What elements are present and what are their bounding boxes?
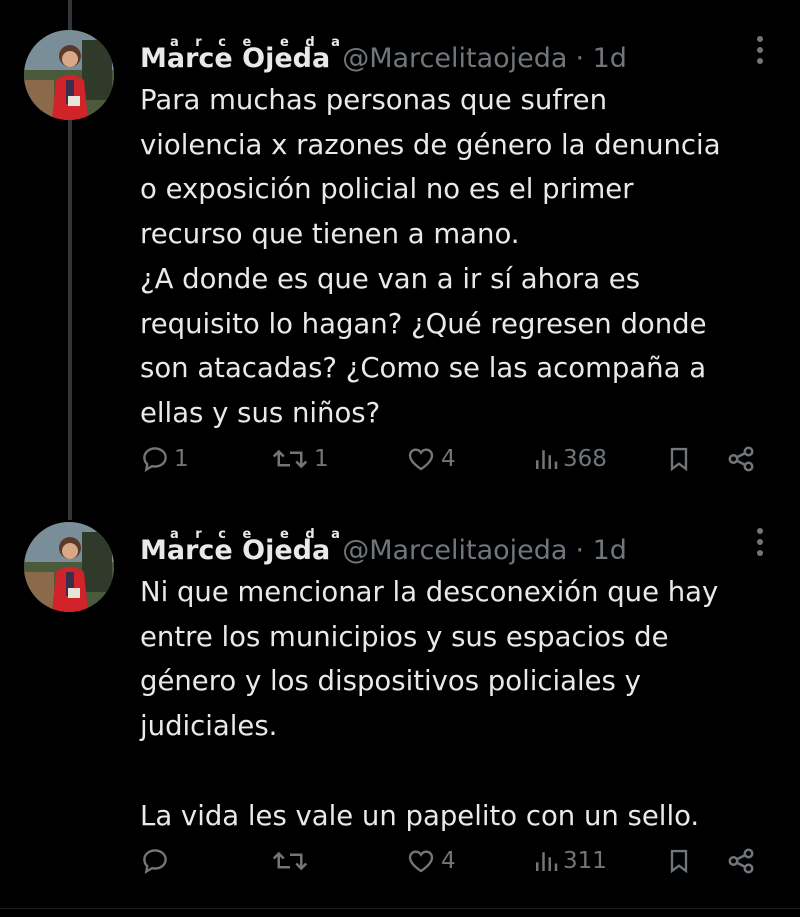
views-button[interactable]: 368 [533, 444, 607, 474]
views-chart-icon [536, 852, 558, 871]
name-superscript-1: a r c e [170, 527, 258, 542]
share-icon [728, 446, 754, 472]
share-icon [728, 848, 754, 874]
tweet[interactable]: a r c e e d a Marce Ojeda @Marcelitaojed… [0, 30, 800, 520]
reply-button[interactable]: 1 [140, 444, 189, 474]
timestamp[interactable]: · 1d [575, 535, 626, 566]
share-button[interactable] [725, 444, 757, 474]
tweet-text: Ni que mencionar la desconexión que hay … [140, 570, 780, 838]
name-superscript-1: a r c e [170, 35, 258, 50]
like-count: 4 [441, 446, 456, 472]
action-bar: 4 311 [140, 846, 780, 886]
bookmark-icon [670, 849, 688, 874]
display-name[interactable]: a r c e e d a Marce Ojeda [140, 527, 340, 566]
tweet[interactable]: a r c e e d a Marce Ojeda @Marcelitaojed… [0, 522, 800, 917]
name-superscript-2: e d a [280, 527, 346, 542]
avatar[interactable] [24, 30, 114, 120]
more-options-icon[interactable] [756, 528, 764, 556]
bookmark-button[interactable] [665, 846, 693, 876]
reply-icon [143, 447, 167, 472]
tweet-text: Para muchas personas que sufren violenci… [140, 78, 780, 436]
retweet-icon [272, 449, 308, 469]
tweet-header: a r c e e d a Marce Ojeda @Marcelitaojed… [140, 522, 627, 566]
view-count: 368 [563, 446, 607, 472]
user-handle[interactable]: @Marcelitaojeda [342, 535, 567, 566]
avatar-image [24, 30, 114, 120]
heart-icon [408, 448, 434, 471]
tweet-body: Para muchas personas que sufren violenci… [140, 84, 721, 429]
reply-count: 1 [174, 446, 189, 472]
display-name[interactable]: a r c e e d a Marce Ojeda [140, 35, 340, 74]
retweet-count: 1 [314, 446, 329, 472]
name-superscript-2: e d a [280, 35, 346, 50]
reply-icon [143, 849, 167, 874]
retweet-icon [272, 851, 308, 871]
tweet-body: Ni que mencionar la desconexión que hay … [140, 576, 719, 832]
user-handle[interactable]: @Marcelitaojeda [342, 43, 567, 74]
share-button[interactable] [725, 846, 757, 876]
like-button[interactable]: 4 [405, 444, 456, 474]
retweet-button[interactable] [270, 846, 314, 876]
view-count: 311 [563, 848, 607, 874]
like-count: 4 [441, 848, 456, 874]
avatar[interactable] [24, 522, 114, 612]
heart-icon [408, 850, 434, 873]
reply-button[interactable] [140, 846, 174, 876]
divider [0, 908, 800, 909]
bookmark-button[interactable] [665, 444, 693, 474]
retweet-button[interactable]: 1 [270, 444, 329, 474]
timestamp[interactable]: · 1d [575, 43, 626, 74]
tweet-header: a r c e e d a Marce Ojeda @Marcelitaojed… [140, 30, 627, 74]
action-bar: 1 1 4 368 [140, 444, 780, 484]
views-button[interactable]: 311 [533, 846, 607, 876]
views-chart-icon [536, 450, 558, 469]
bookmark-icon [670, 447, 688, 472]
avatar-image [24, 522, 114, 612]
like-button[interactable]: 4 [405, 846, 456, 876]
more-options-icon[interactable] [756, 36, 764, 64]
